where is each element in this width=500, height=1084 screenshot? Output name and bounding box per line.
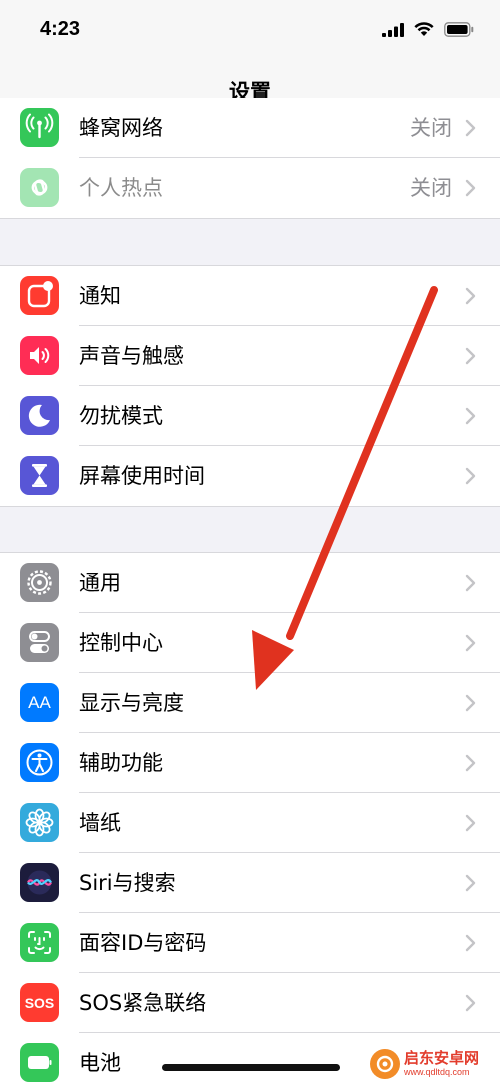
chevron-right-icon <box>465 994 476 1012</box>
watermark: 启东安卓网 www.qdltdq.com <box>370 1046 498 1082</box>
home-indicator[interactable] <box>162 1064 340 1071</box>
sound-icon <box>20 336 59 375</box>
chevron-right-icon <box>465 934 476 952</box>
settings-group-notifications: 通知 声音与触感 勿扰模式 屏幕使用时间 <box>0 265 500 507</box>
chevron-right-icon <box>465 287 476 305</box>
battery-status-icon <box>444 22 474 37</box>
chevron-right-icon <box>465 467 476 485</box>
battery-icon <box>20 1043 59 1082</box>
signal-icon <box>382 22 404 37</box>
sos-icon: SOS <box>20 983 59 1022</box>
settings-row-sound[interactable]: 声音与触感 <box>0 326 500 386</box>
settings-row-hotspot[interactable]: 个人热点 关闭 <box>0 158 500 218</box>
settings-row-control-center[interactable]: 控制中心 <box>0 613 500 673</box>
settings-row-sos[interactable]: SOS SOS紧急联络 <box>0 973 500 1033</box>
settings-row-label: 面容ID与密码 <box>79 931 207 955</box>
display-icon-text: AA <box>28 692 51 712</box>
settings-row-value: 关闭 <box>410 176 452 200</box>
settings-row-label: 墙纸 <box>79 811 121 835</box>
siri-icon <box>20 863 59 902</box>
settings-row-label: Siri与搜索 <box>79 871 176 895</box>
settings-row-value: 关闭 <box>410 116 452 140</box>
settings-row-label: 通知 <box>79 284 121 308</box>
watermark-name: 启东安卓网 <box>404 1049 480 1067</box>
settings-row-general[interactable]: 通用 <box>0 553 500 613</box>
chevron-right-icon <box>465 634 476 652</box>
settings-row-do-not-disturb[interactable]: 勿扰模式 <box>0 386 500 446</box>
chevron-right-icon <box>465 874 476 892</box>
settings-row-screen-time[interactable]: 屏幕使用时间 <box>0 446 500 506</box>
watermark-logo-icon <box>370 1049 400 1079</box>
settings-group-general: 通用 控制中心 AA 显示与亮度 辅助功能 墙纸 Siri与搜索 面容ID与密码… <box>0 552 500 1084</box>
accessibility-icon <box>20 743 59 782</box>
settings-row-label: 控制中心 <box>79 631 163 655</box>
chevron-right-icon <box>465 814 476 832</box>
chevron-right-icon <box>465 347 476 365</box>
settings-row-label: 勿扰模式 <box>79 404 163 428</box>
chevron-right-icon <box>465 574 476 592</box>
settings-row-label: 蜂窝网络 <box>79 116 163 140</box>
settings-row-cellular[interactable]: 蜂窝网络 关闭 <box>0 98 500 158</box>
cellular-icon <box>20 108 59 147</box>
wallpaper-icon <box>20 803 59 842</box>
chevron-right-icon <box>465 694 476 712</box>
notifications-icon <box>20 276 59 315</box>
settings-row-label: 电池 <box>79 1051 121 1075</box>
settings-row-label: 辅助功能 <box>79 751 163 775</box>
chevron-right-icon <box>465 754 476 772</box>
settings-row-notifications[interactable]: 通知 <box>0 266 500 326</box>
watermark-url: www.qdltdq.com <box>404 1067 470 1077</box>
settings-row-label: SOS紧急联络 <box>79 991 207 1015</box>
status-icons <box>382 22 474 37</box>
moon-icon <box>20 396 59 435</box>
chevron-right-icon <box>465 119 476 137</box>
hourglass-icon <box>20 456 59 495</box>
settings-row-siri[interactable]: Siri与搜索 <box>0 853 500 913</box>
settings-row-display[interactable]: AA 显示与亮度 <box>0 673 500 733</box>
watermark-text: 启东安卓网 www.qdltdq.com <box>404 1050 479 1078</box>
display-icon: AA <box>20 683 59 722</box>
settings-row-label: 通用 <box>79 571 121 595</box>
toggles-icon <box>20 623 59 662</box>
settings-row-wallpaper[interactable]: 墙纸 <box>0 793 500 853</box>
chevron-right-icon <box>465 407 476 425</box>
settings-row-label: 屏幕使用时间 <box>79 464 205 488</box>
hotspot-icon <box>20 168 59 207</box>
settings-row-accessibility[interactable]: 辅助功能 <box>0 733 500 793</box>
gear-icon <box>20 563 59 602</box>
settings-row-label: 显示与亮度 <box>79 691 184 715</box>
status-time: 4:23 <box>40 18 81 40</box>
settings-group-network: 蜂窝网络 关闭 个人热点 关闭 <box>0 98 500 219</box>
settings-row-face-id[interactable]: 面容ID与密码 <box>0 913 500 973</box>
settings-row-label: 声音与触感 <box>79 344 184 368</box>
sos-icon-text: SOS <box>24 994 55 1011</box>
faceid-icon <box>20 923 59 962</box>
settings-row-label: 个人热点 <box>79 176 163 200</box>
chevron-right-icon <box>465 179 476 197</box>
wifi-icon <box>414 22 434 36</box>
status-bar: 4:23 <box>0 0 500 62</box>
